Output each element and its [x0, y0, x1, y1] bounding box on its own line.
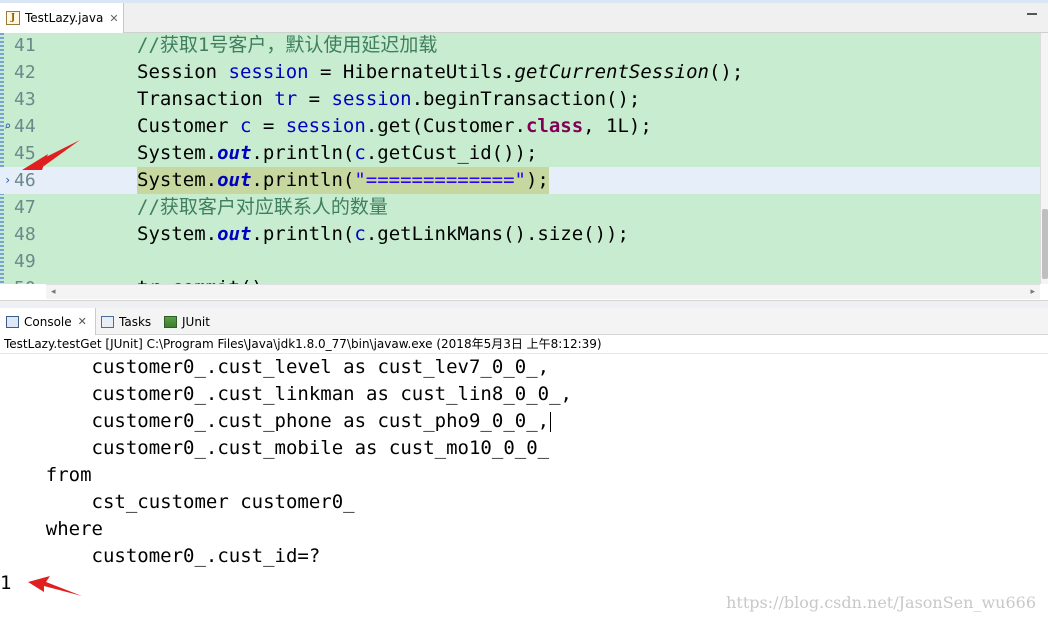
watermark: https://blog.csdn.net/JasonSen_wu666 — [726, 593, 1036, 612]
console-tab-bar: Console ✕ Tasks JUnit — [0, 308, 1048, 335]
horizontal-scrollbar[interactable]: ◂ ▸ — [46, 284, 1040, 299]
tasks-icon — [101, 315, 114, 328]
tab-tasks[interactable]: Tasks — [101, 308, 151, 335]
vertical-scrollbar[interactable] — [1040, 33, 1048, 284]
code-line-45: 45 System.out.println(c.getCust_id()); — [0, 140, 1040, 167]
minimize-icon[interactable] — [1026, 8, 1038, 20]
code-text: Session session = HibernateUtils.getCurr… — [137, 61, 744, 83]
scrollbar-thumb[interactable] — [1042, 209, 1048, 279]
line-number: 43 — [14, 89, 36, 110]
code-line-42: 42 Session session = HibernateUtils.getC… — [0, 59, 1040, 86]
code-line-47: 47 //获取客户对应联系人的数量 — [0, 194, 1040, 221]
code-area[interactable]: 41 //获取1号客户，默认使用延迟加载 42 Session session … — [0, 33, 1040, 284]
console-line: 1 — [0, 572, 12, 594]
console-launch-status: TestLazy.testGet [JUnit] C:\Program File… — [0, 335, 1048, 354]
console-line: customer0_.cust_mobile as cust_mo10_0_0_ — [0, 437, 550, 459]
code-line-43: 43 Transaction tr = session.beginTransac… — [0, 86, 1040, 113]
bookmark-icon: ⌕ — [4, 119, 12, 133]
code-line-48: 48 System.out.println(c.getLinkMans().si… — [0, 221, 1040, 248]
code-text: Customer c = session.get(Customer.class,… — [137, 115, 652, 137]
code-text: tr.commit(); — [137, 275, 274, 284]
console-line: customer0_.cust_level as cust_lev7_0_0_, — [0, 356, 550, 378]
code-text: System.out.println(c.getCust_id()); — [137, 142, 538, 164]
console-line: customer0_.cust_linkman as cust_lin8_0_0… — [0, 383, 572, 405]
panel-divider[interactable] — [0, 300, 1048, 308]
code-line-50: 50 tr.commit(); — [0, 275, 1040, 284]
code-text: System.out.println("============="); — [137, 167, 549, 194]
tab-label: JUnit — [182, 314, 210, 329]
line-number: 46 — [14, 170, 36, 191]
line-number: 45 — [14, 143, 36, 164]
text-caret — [550, 411, 552, 432]
tab-junit[interactable]: JUnit — [164, 308, 210, 335]
editor-tab-bar: J TestLazy.java ✕ — [0, 0, 1048, 33]
console-output[interactable]: customer0_.cust_level as cust_lev7_0_0_,… — [0, 354, 1048, 622]
console-line: customer0_.cust_id=? — [0, 545, 321, 567]
line-number: 42 — [14, 62, 36, 83]
code-comment: //获取客户对应联系人的数量 — [137, 196, 388, 218]
console-line: cst_customer customer0_ — [0, 491, 355, 513]
line-number: 47 — [14, 197, 36, 218]
java-file-icon: J — [6, 11, 20, 25]
line-number: 48 — [14, 224, 36, 245]
line-number: 50 — [14, 275, 44, 284]
line-number: 44 — [14, 116, 36, 137]
junit-icon — [164, 315, 177, 328]
line-number: 49 — [14, 251, 36, 272]
line-number: 41 — [14, 35, 36, 56]
code-line-41: 41 //获取1号客户，默认使用延迟加载 — [0, 33, 1040, 59]
close-icon[interactable]: ✕ — [109, 12, 118, 25]
code-text: System.out.println(c.getLinkMans().size(… — [137, 223, 629, 245]
tab-label: Console — [24, 314, 72, 329]
code-line-44: ⌕ 44 Customer c = session.get(Customer.c… — [0, 113, 1040, 140]
scroll-right-icon[interactable]: ▸ — [1030, 287, 1035, 297]
code-line-49: 49 — [0, 248, 1040, 275]
tab-console[interactable]: Console ✕ — [0, 308, 96, 335]
close-icon[interactable]: ✕ — [78, 315, 87, 328]
code-comment: //获取1号客户，默认使用延迟加载 — [137, 34, 438, 56]
code-editor: J TestLazy.java ✕ 41 //获取1号客户，默认使用延迟加载 4… — [0, 0, 1048, 300]
console-icon — [6, 315, 19, 328]
console-line: where — [0, 518, 103, 540]
console-line-text: customer0_.cust_phone as cust_pho9_0_0_, — [0, 410, 550, 432]
code-line-46-current: › 46 System.out.println("=============")… — [0, 167, 1040, 194]
editor-tab-label: TestLazy.java — [25, 11, 104, 25]
tab-bar-accent — [0, 0, 1048, 3]
console-line: from — [0, 464, 92, 486]
tab-label: Tasks — [119, 314, 152, 329]
console-line: customer0_.cust_phone as cust_pho9_0_0_, — [0, 408, 552, 435]
debug-arrow-icon: › — [4, 173, 12, 187]
code-text: Transaction tr = session.beginTransactio… — [137, 88, 641, 110]
scroll-left-icon[interactable]: ◂ — [51, 287, 56, 297]
editor-tab-testlazy[interactable]: J TestLazy.java ✕ — [0, 3, 124, 33]
